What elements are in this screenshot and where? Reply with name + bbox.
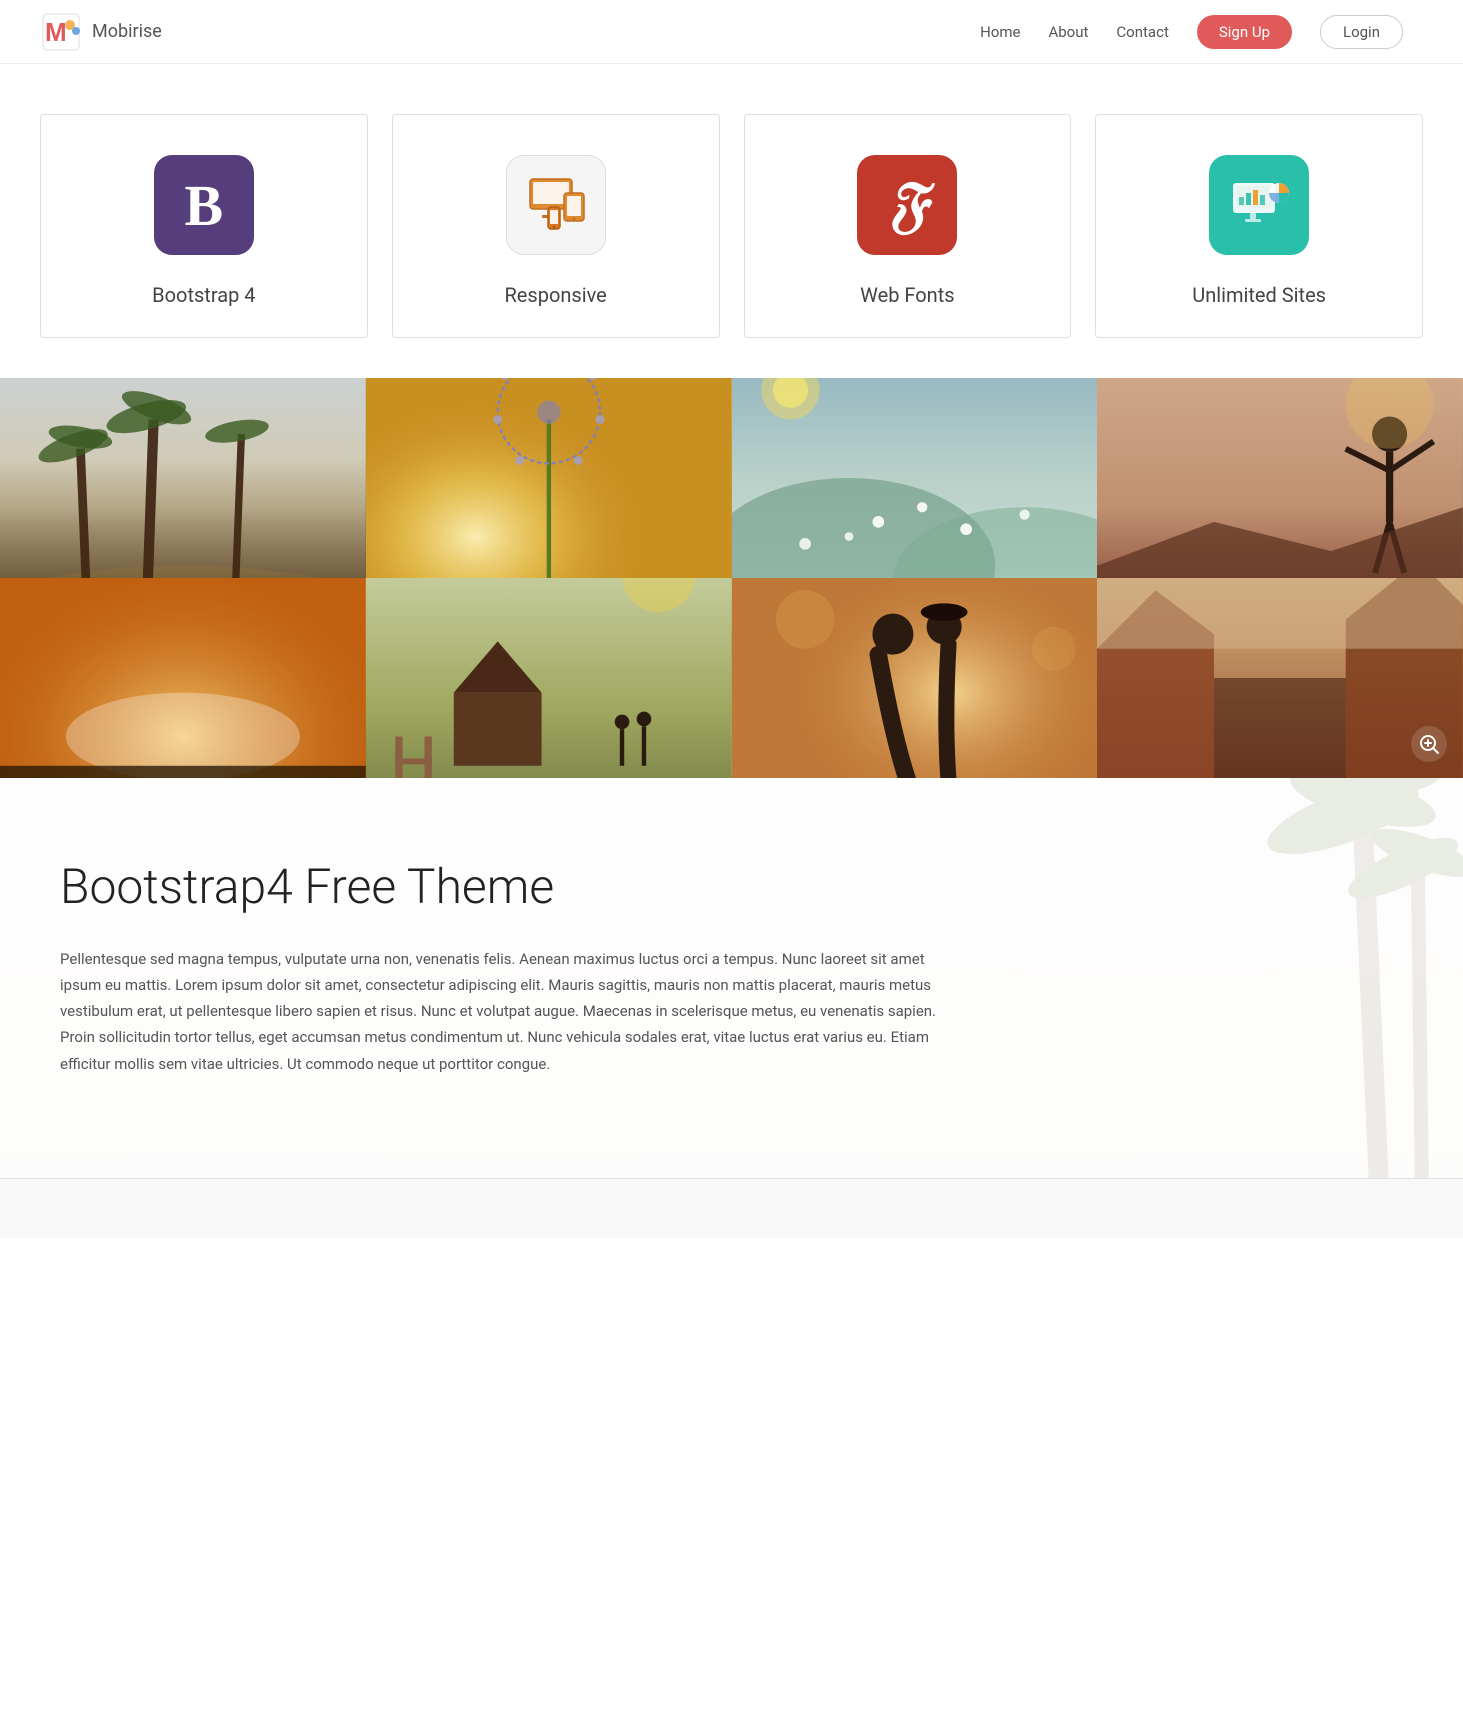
- text-section-body: Pellentesque sed magna tempus, vulputate…: [60, 946, 960, 1077]
- features-grid: B Bootstrap 4: [40, 114, 1423, 338]
- text-section-inner: Bootstrap4 Free Theme Pellentesque sed m…: [60, 858, 980, 1077]
- photo-cell-8: [1097, 578, 1463, 778]
- nav-links: Home About Contact Sign Up Login: [980, 15, 1403, 49]
- feature-card-unlimited: Unlimited Sites: [1095, 114, 1423, 338]
- photo-cell-7: [732, 578, 1098, 778]
- svg-text:M: M: [45, 17, 67, 47]
- signup-button[interactable]: Sign Up: [1197, 15, 1292, 49]
- photo-cell-1: [0, 378, 366, 578]
- photo-bg-4: [1097, 378, 1463, 578]
- bottom-bar: [0, 1178, 1463, 1238]
- unlimited-icon-wrap: [1209, 155, 1309, 255]
- feature-card-responsive: Responsive: [392, 114, 720, 338]
- zoom-icon[interactable]: [1411, 726, 1447, 762]
- nav-contact[interactable]: Contact: [1116, 23, 1168, 41]
- text-section: Bootstrap4 Free Theme Pellentesque sed m…: [0, 778, 1463, 1178]
- photo-bg-3: [732, 378, 1098, 578]
- photo-bg-5: [0, 578, 366, 778]
- responsive-devices-icon: [520, 175, 592, 235]
- feature-title-webfonts: Web Fonts: [860, 283, 954, 307]
- fonts-icon-wrap: 𝔉: [857, 155, 957, 255]
- photo-cell-2: [366, 378, 732, 578]
- nav-about[interactable]: About: [1048, 23, 1088, 41]
- features-section: B Bootstrap 4: [0, 64, 1463, 378]
- feature-card-webfonts: 𝔉 Web Fonts: [744, 114, 1072, 338]
- photo-cell-3: [732, 378, 1098, 578]
- navbar: M Mobirise Home About Contact Sign Up Lo…: [0, 0, 1463, 64]
- unlimited-sites-icon: [1227, 173, 1291, 237]
- logo-icon: M: [40, 11, 82, 53]
- photo-cell-4: [1097, 378, 1463, 578]
- nav-home[interactable]: Home: [980, 23, 1020, 41]
- bootstrap-icon-wrap: B: [154, 155, 254, 255]
- zoom-in-icon: [1418, 733, 1440, 755]
- photo-bg-6: [366, 578, 732, 778]
- photo-cell-6: [366, 578, 732, 778]
- photo-grid: [0, 378, 1463, 778]
- logo-text: Mobirise: [92, 21, 162, 42]
- feature-title-unlimited: Unlimited Sites: [1192, 283, 1326, 307]
- photo-bg-1: [0, 378, 366, 578]
- bootstrap-icon: B: [185, 172, 224, 239]
- responsive-icon-wrap: [506, 155, 606, 255]
- photo-bg-8: [1097, 578, 1463, 778]
- text-section-heading: Bootstrap4 Free Theme: [60, 858, 980, 916]
- background-palm-svg: [1163, 778, 1463, 1178]
- photo-bg-2: [366, 378, 732, 578]
- logo-link[interactable]: M Mobirise: [40, 11, 162, 53]
- login-button[interactable]: Login: [1320, 15, 1403, 49]
- photo-cell-5: [0, 578, 366, 778]
- feature-title-responsive: Responsive: [504, 283, 606, 307]
- feature-card-bootstrap: B Bootstrap 4: [40, 114, 368, 338]
- photo-bg-7: [732, 578, 1098, 778]
- feature-title-bootstrap: Bootstrap 4: [152, 283, 255, 307]
- fonts-letter-icon: 𝔉: [888, 170, 927, 241]
